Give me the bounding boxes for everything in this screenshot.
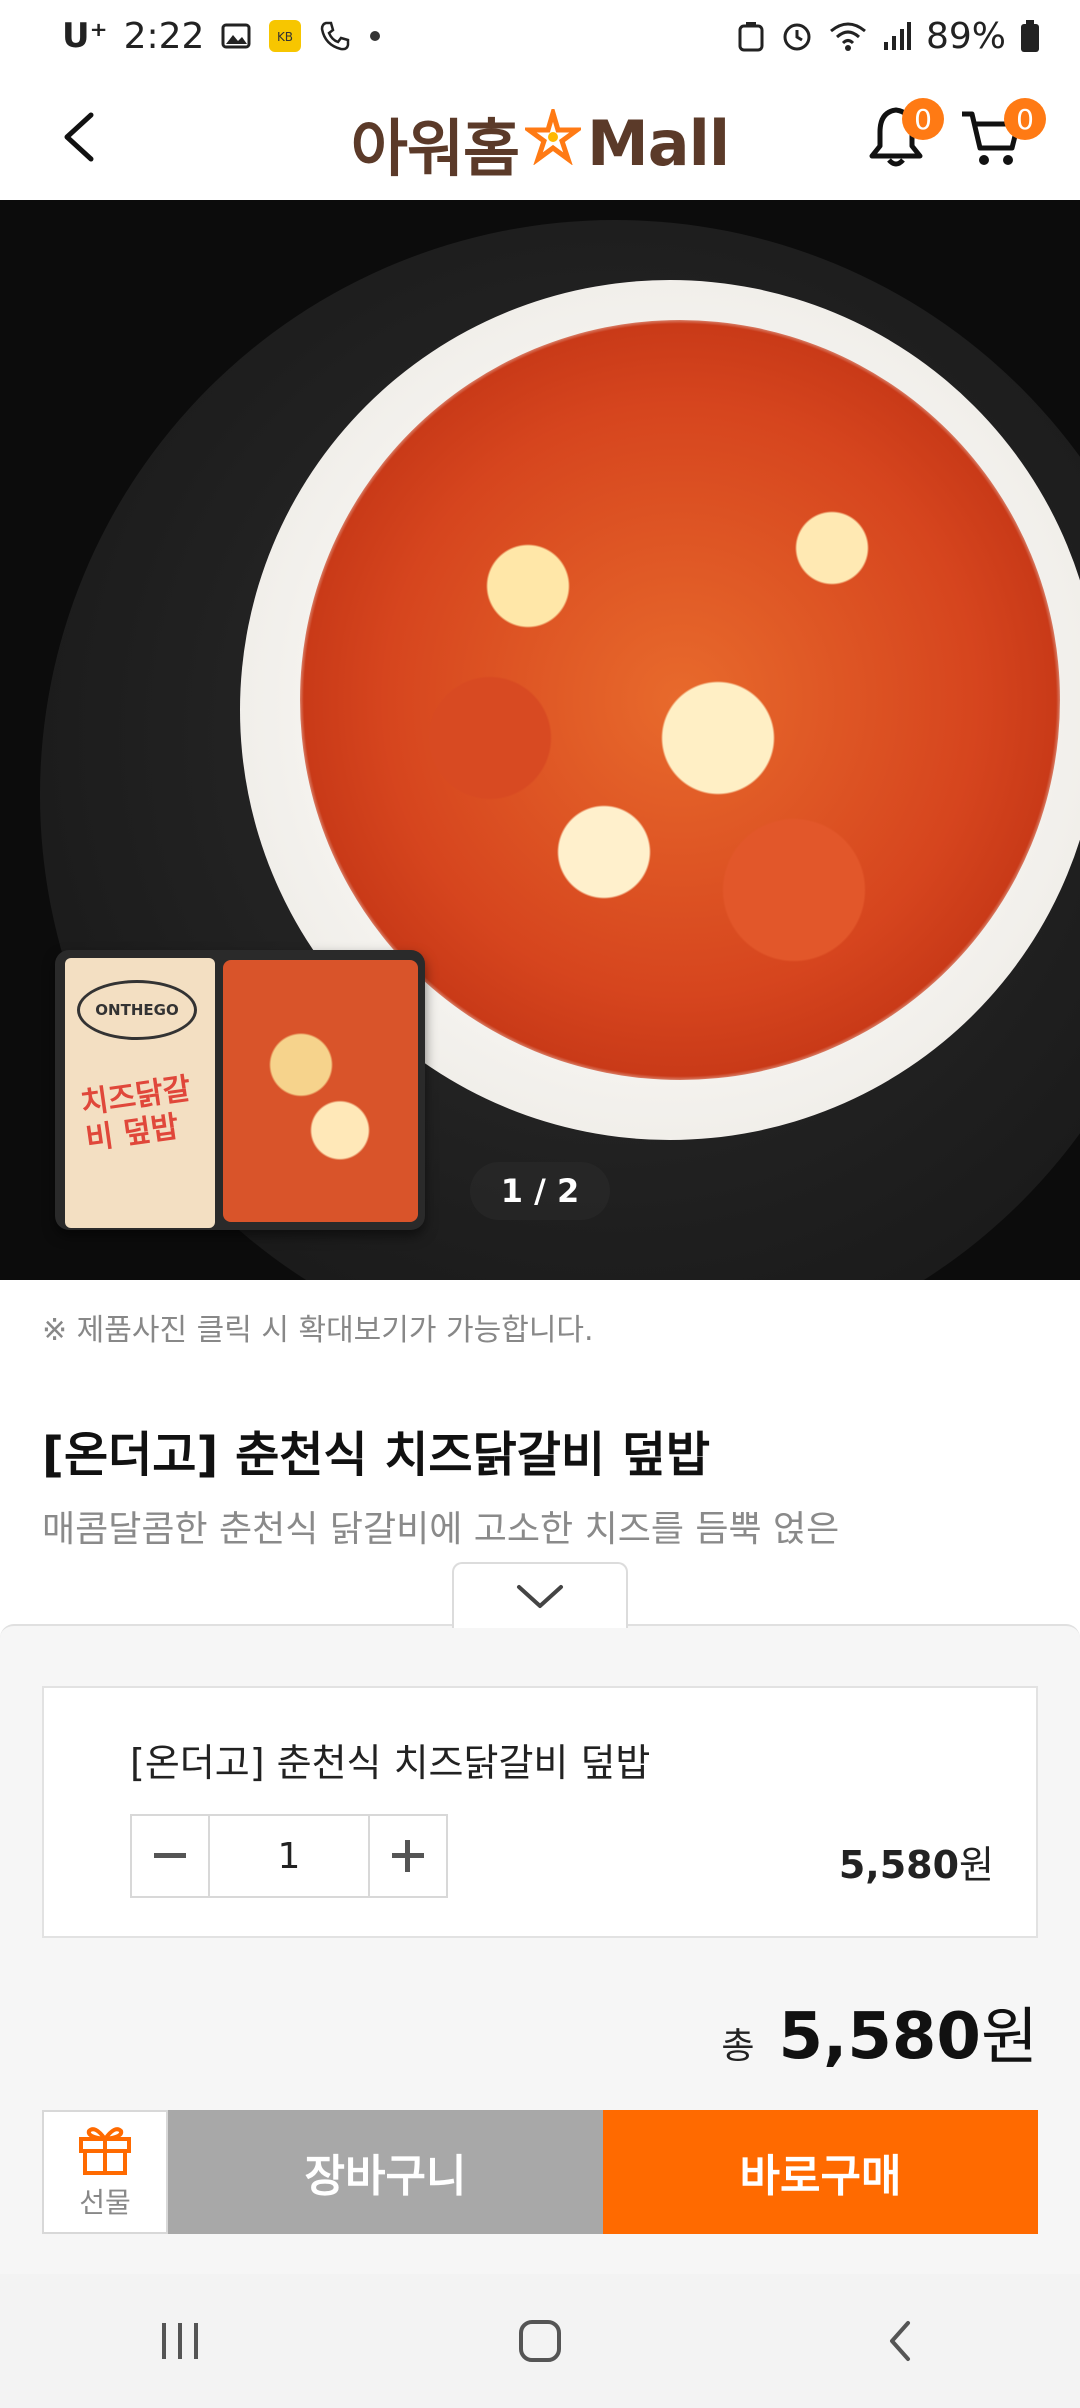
decrease-quantity-button[interactable] xyxy=(132,1816,208,1896)
svg-text:KB: KB xyxy=(277,30,293,44)
recycle-icon xyxy=(736,20,766,52)
quantity-stepper: 1 xyxy=(130,1814,448,1898)
battery-percent: 89% xyxy=(925,15,1006,57)
product-description: 매콤달콤한 춘천식 닭갈비에 고소한 치즈를 듬뿍 얹은 xyxy=(42,1509,840,1550)
alarm-icon xyxy=(780,19,814,53)
add-to-cart-button[interactable]: 장바구니 xyxy=(168,2110,603,2234)
app-header: 아워홈 Mall 0 0 xyxy=(0,72,1080,200)
product-package-image: ONTHEGO 치즈닭갈비 덮밥 xyxy=(55,950,425,1230)
cart-button[interactable]: 0 xyxy=(958,98,1046,174)
buy-now-button[interactable]: 바로구매 xyxy=(603,2110,1038,2234)
product-image-gallery[interactable]: ONTHEGO 치즈닭갈비 덮밥 1 / 2 xyxy=(0,200,1080,1280)
gift-label: 선물 xyxy=(79,2186,131,2219)
order-sheet: [온더고] 춘천식 치즈닭갈비 덮밥 1 5,580원 총 5,580원 선물 … xyxy=(0,1624,1080,2274)
home-icon xyxy=(519,2320,561,2362)
battery-icon xyxy=(1020,19,1040,53)
gift-icon xyxy=(79,2127,131,2175)
option-price-unit: 원 xyxy=(959,1843,994,1887)
option-price-value: 5,580 xyxy=(838,1843,960,1887)
home-button[interactable] xyxy=(490,2291,590,2391)
plus-icon xyxy=(392,1840,424,1872)
cart-count-badge: 0 xyxy=(1004,98,1046,140)
call-notification-icon xyxy=(318,19,352,53)
option-name: [온더고] 춘천식 치즈닭갈비 덮밥 xyxy=(130,1741,651,1785)
chevron-down-icon xyxy=(517,1585,563,1608)
signal-icon xyxy=(882,20,912,52)
status-bar: U⁺ 2:22 KB 89% xyxy=(0,0,1080,72)
gift-button[interactable]: 선물 xyxy=(42,2110,168,2234)
system-back-icon xyxy=(890,2321,910,2361)
increase-quantity-button[interactable] xyxy=(370,1816,446,1896)
quantity-value[interactable]: 1 xyxy=(208,1816,370,1896)
system-nav-bar xyxy=(0,2274,1080,2408)
wifi-icon xyxy=(828,19,868,53)
recent-apps-button[interactable] xyxy=(130,2291,230,2391)
product-title: [온더고] 춘천식 치즈닭갈비 덮밥 xyxy=(42,1427,711,1483)
recent-apps-icon xyxy=(162,2323,198,2359)
package-title-text: 치즈닭갈비 덮밥 xyxy=(78,1071,193,1158)
carrier-label: U⁺ xyxy=(62,16,108,56)
total-price: 총 5,580원 xyxy=(721,1986,1038,2076)
package-meal-image xyxy=(223,960,418,1222)
minus-icon xyxy=(154,1853,186,1858)
more-notifications-dot-icon xyxy=(368,29,382,43)
collapse-sheet-button[interactable] xyxy=(452,1562,628,1628)
logo-star-icon xyxy=(521,103,585,180)
total-price-value: 5,580 xyxy=(778,2000,981,2074)
package-box: ONTHEGO 치즈닭갈비 덮밥 xyxy=(65,958,215,1228)
gallery-notification-icon xyxy=(220,20,252,52)
selected-option-card: [온더고] 춘천식 치즈닭갈비 덮밥 1 5,580원 xyxy=(42,1686,1038,1938)
logo-mall-text: Mall xyxy=(587,106,730,180)
system-back-button[interactable] xyxy=(850,2291,950,2391)
total-price-unit: 원 xyxy=(980,2000,1038,2073)
notification-count-badge: 0 xyxy=(902,98,944,140)
kakao-notification-icon: KB xyxy=(268,19,302,53)
purchase-actions: 선물 장바구니 바로구매 xyxy=(42,2110,1038,2234)
option-price: 5,580원 xyxy=(839,1834,994,1889)
image-pager: 1 / 2 xyxy=(470,1162,610,1220)
logo-korean-text: 아워홈 xyxy=(350,112,520,185)
total-label: 총 xyxy=(721,2026,755,2067)
clock: 2:22 xyxy=(123,15,205,57)
package-brand-text: ONTHEGO xyxy=(77,980,197,1040)
notification-button[interactable]: 0 xyxy=(866,98,944,174)
zoom-note: ※ 제품사진 클릭 시 확대보기가 가능합니다. xyxy=(42,1313,594,1348)
